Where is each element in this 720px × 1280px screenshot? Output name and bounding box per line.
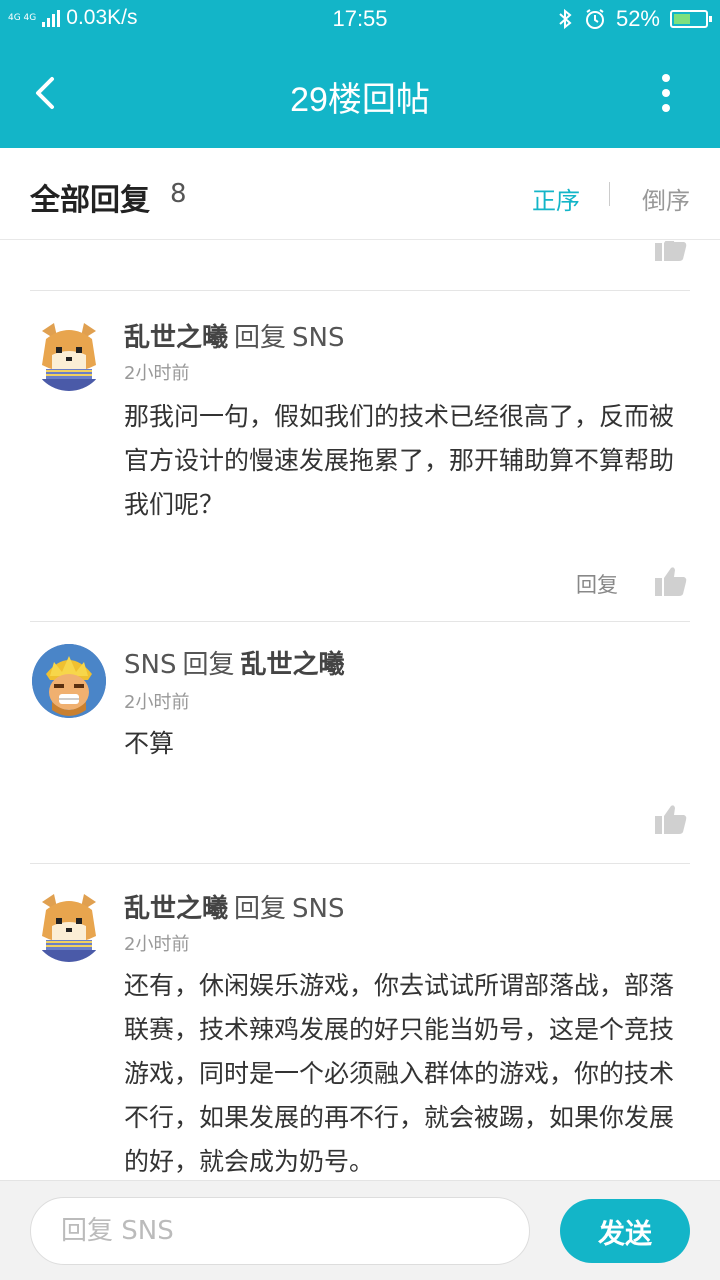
page-title: 29楼回帖 bbox=[290, 81, 430, 119]
reply-count: 8 bbox=[170, 179, 187, 209]
reply-content: 不算 bbox=[124, 729, 175, 758]
reply-item: SNS 回复 乱世之曦 2小时前 不算 bbox=[0, 622, 720, 862]
sort-ascending-tab[interactable]: 正序 bbox=[532, 181, 580, 216]
bluetooth-icon bbox=[559, 8, 572, 30]
reply-header: SNS 回复 乱世之曦 bbox=[124, 644, 345, 681]
reply-content: 那我问一句，假如我们的技术已经很高了，反而被官方设计的慢速发展拖累了，那开辅助算… bbox=[124, 402, 675, 519]
author-name[interactable]: SNS bbox=[124, 650, 176, 680]
alarm-icon bbox=[585, 9, 604, 29]
avatar[interactable] bbox=[32, 317, 106, 391]
status-right: 52% bbox=[556, 6, 712, 32]
back-button[interactable] bbox=[20, 68, 70, 118]
more-options-button[interactable] bbox=[646, 73, 686, 113]
reply-button[interactable]: 回复 bbox=[576, 569, 618, 599]
reply-time: 2小时前 bbox=[124, 934, 190, 955]
reply-target[interactable]: 乱世之曦 bbox=[240, 650, 344, 680]
avatar[interactable] bbox=[32, 888, 106, 962]
avatar[interactable] bbox=[32, 644, 106, 718]
battery-percent: 52% bbox=[615, 6, 660, 31]
like-icon[interactable] bbox=[654, 802, 688, 836]
reply-time: 2小时前 bbox=[124, 692, 190, 713]
reply-verb: 回复 bbox=[182, 650, 235, 680]
barbarian-avatar-icon bbox=[32, 644, 106, 718]
reply-header: 乱世之曦 回复 SNS bbox=[124, 317, 345, 354]
like-icon[interactable] bbox=[654, 241, 688, 263]
battery-icon bbox=[670, 10, 712, 28]
sort-separator bbox=[609, 182, 610, 206]
back-arrow-icon bbox=[36, 77, 54, 109]
like-icon[interactable] bbox=[654, 564, 688, 598]
reply-item: 乱世之曦 回复 SNS 2小时前 那我问一句，假如我们的技术已经很高了，反而被官方设… bbox=[0, 291, 720, 621]
reply-time: 2小时前 bbox=[124, 363, 190, 384]
app-bar: 29楼回帖 bbox=[0, 38, 720, 148]
reply-verb: 回复 bbox=[234, 894, 287, 924]
sort-descending-tab[interactable]: 倒序 bbox=[642, 181, 690, 216]
reply-content: 还有，休闲娱乐游戏，你去试试所谓部落战，部落联赛，技术辣鸡发展的好只能当奶号，这… bbox=[124, 971, 675, 1176]
all-replies-title: 全部回复 bbox=[30, 183, 150, 218]
send-button[interactable]: 发送 bbox=[560, 1199, 690, 1263]
shiba-dog-avatar-icon bbox=[32, 888, 106, 962]
battery-fill bbox=[674, 14, 690, 24]
reply-item: 乱世之曦 回复 SNS 2小时前 还有，休闲娱乐游戏，你去试试所谓部落战，部落联赛，… bbox=[0, 864, 720, 1180]
author-name[interactable]: 乱世之曦 bbox=[124, 894, 228, 924]
shiba-dog-avatar-icon bbox=[32, 317, 106, 391]
reply-header: 乱世之曦 回复 SNS bbox=[124, 888, 345, 925]
reply-verb: 回复 bbox=[234, 323, 287, 353]
reply-input[interactable] bbox=[30, 1197, 530, 1265]
reply-target[interactable]: SNS bbox=[292, 323, 344, 353]
status-bar: 4G 4G 0.03K/s 17:55 52% bbox=[0, 0, 720, 38]
author-name[interactable]: 乱世之曦 bbox=[124, 323, 228, 353]
reply-target[interactable]: SNS bbox=[292, 894, 344, 924]
sort-header: 全部回复 8 正序 倒序 bbox=[0, 148, 720, 240]
more-vertical-icon bbox=[662, 74, 670, 82]
reply-input-bar: 发送 bbox=[0, 1180, 720, 1280]
reply-list: 乱世之曦 回复 SNS 2小时前 那我问一句，假如我们的技术已经很高了，反而被官方设… bbox=[0, 241, 720, 1180]
